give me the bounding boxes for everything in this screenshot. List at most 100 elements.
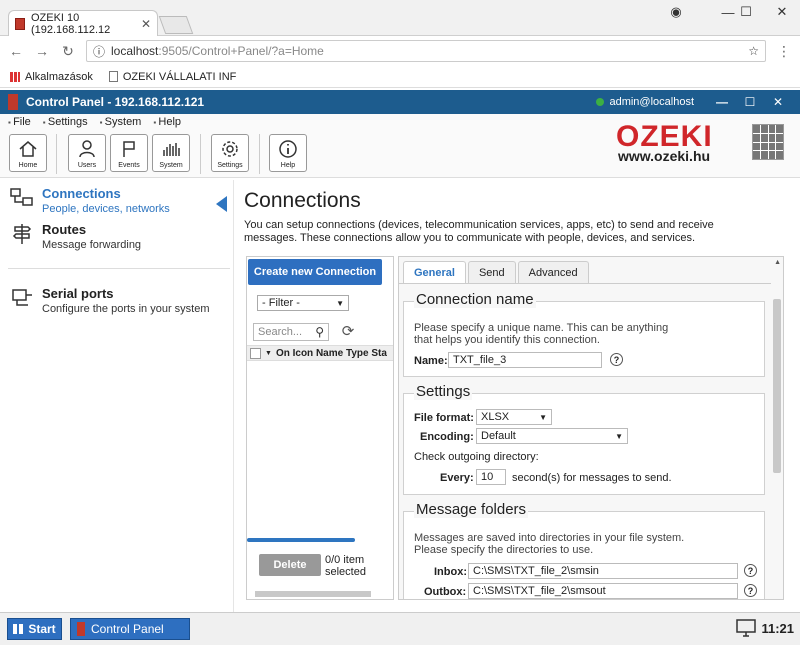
connections-icon xyxy=(10,188,33,206)
bookmark-apps[interactable]: Alkalmazások xyxy=(10,71,93,83)
help-icon[interactable]: ? xyxy=(744,584,757,597)
reload-icon[interactable]: ↻ xyxy=(60,43,76,60)
info-icon[interactable]: ⓘ xyxy=(93,43,105,60)
menu-system[interactable]: System xyxy=(100,116,142,128)
sidebar: Connections People, devices, networks Ro… xyxy=(0,180,234,612)
help-label: Help xyxy=(280,162,296,169)
inbox-value: C:\SMS\TXT_file_2\smsin xyxy=(473,565,599,577)
home-button[interactable]: Home xyxy=(9,134,47,172)
create-connection-button[interactable]: Create new Connection xyxy=(248,259,382,285)
back-arrow-icon[interactable]: ← xyxy=(8,43,24,59)
search-input[interactable]: Search... ⚲ xyxy=(253,323,329,341)
menu-help[interactable]: Help xyxy=(153,116,181,128)
ozeki-favicon-icon xyxy=(15,17,25,30)
profile-icon[interactable]: ◉ xyxy=(658,0,694,24)
sidebar-item-routes[interactable]: Routes Message forwarding xyxy=(10,222,141,251)
list-column-header: ▼ On Icon Name Type Sta xyxy=(247,345,393,361)
system-button[interactable]: System xyxy=(152,134,190,172)
maximize-window-button[interactable]: ☐ xyxy=(728,0,764,24)
system-label: System xyxy=(159,162,183,169)
browser-menu-icon[interactable]: ⋮ xyxy=(776,43,792,60)
menu-settings[interactable]: Settings xyxy=(43,116,88,128)
browser-tab[interactable]: OZEKI 10 (192.168.112.12 ✕ xyxy=(8,10,158,36)
encoding-select[interactable]: Default ▼ xyxy=(476,428,628,444)
new-tab-button[interactable] xyxy=(158,16,194,34)
section-text: Please specify the directories to use. xyxy=(414,544,594,556)
sidebar-item-connections[interactable]: Connections People, devices, networks xyxy=(10,186,170,215)
delete-button[interactable]: Delete xyxy=(259,554,321,576)
help-button[interactable]: Help xyxy=(269,134,307,172)
app-close-button[interactable]: ✕ xyxy=(764,95,792,109)
url-host: localhost xyxy=(111,44,159,58)
bookmark-ozeki[interactable]: OZEKI VÁLLALATI INF xyxy=(108,71,236,83)
chevron-down-icon[interactable]: ▼ xyxy=(265,350,272,357)
start-label: Start xyxy=(28,622,56,636)
clock: 11:21 xyxy=(761,621,794,636)
info-circle-icon xyxy=(279,140,297,158)
name-value: TXT_file_3 xyxy=(453,354,507,366)
connection-name-section: Connection name Please specify a unique … xyxy=(403,291,765,377)
scroll-up-icon[interactable]: ▲ xyxy=(774,259,781,266)
vertical-scrollbar[interactable] xyxy=(773,299,781,473)
app-minimize-button[interactable]: — xyxy=(708,95,736,109)
tab-underline xyxy=(399,283,771,284)
toolbar-separator xyxy=(200,134,201,174)
close-window-button[interactable]: ✕ xyxy=(764,0,800,24)
inbox-input[interactable]: C:\SMS\TXT_file_2\smsin xyxy=(468,563,738,579)
monitor-icon[interactable] xyxy=(736,619,756,637)
sidebar-item-desc: Configure the ports in your system xyxy=(42,303,210,315)
outbox-input[interactable]: C:\SMS\TXT_file_2\smsout xyxy=(468,583,738,599)
search-icon[interactable]: ⚲ xyxy=(315,325,324,339)
tab-advanced[interactable]: Advanced xyxy=(517,261,589,283)
connection-list-panel: Create new Connection - Filter - ▼ Searc… xyxy=(246,256,394,600)
toolbar-separator xyxy=(56,134,57,174)
file-format-value: XLSX xyxy=(481,411,510,423)
tab-send[interactable]: Send xyxy=(467,261,516,283)
sidebar-item-desc: Message forwarding xyxy=(42,239,142,251)
tab-general[interactable]: General xyxy=(403,261,466,284)
flag-icon xyxy=(123,141,135,157)
chevron-down-icon: ▼ xyxy=(615,431,623,441)
refresh-icon[interactable]: ⟳ xyxy=(339,323,357,341)
settings-button[interactable]: Settings xyxy=(211,134,249,172)
name-input[interactable]: TXT_file_3 xyxy=(448,352,602,368)
page-title: Connections xyxy=(244,189,361,212)
brand-site: www.ozeki.hu xyxy=(618,148,711,164)
tab-title: OZEKI 10 (192.168.112.12 xyxy=(30,11,111,36)
start-button[interactable]: Start xyxy=(7,618,62,640)
help-icon[interactable]: ? xyxy=(610,353,623,366)
windows-icon xyxy=(13,624,24,634)
events-button[interactable]: Events xyxy=(110,134,148,172)
forward-arrow-icon[interactable]: → xyxy=(34,43,50,59)
filter-select[interactable]: - Filter - ▼ xyxy=(257,295,349,311)
interval-input[interactable]: 10 xyxy=(476,469,506,485)
column-labels[interactable]: On Icon Name Type Sta xyxy=(276,348,387,359)
outbox-label: Outbox: xyxy=(424,586,467,598)
encoding-value: Default xyxy=(481,430,516,442)
bookmark-star-icon[interactable]: ☆ xyxy=(748,44,759,58)
file-format-select[interactable]: XLSX ▼ xyxy=(476,409,552,425)
connection-detail-panel: ▲ General Send Advanced Connection name … xyxy=(398,256,784,600)
users-button[interactable]: Users xyxy=(68,134,106,172)
user-icon xyxy=(79,140,95,158)
url-input[interactable]: ⓘ localhost:9505/Control+Panel/?a=Home ☆ xyxy=(86,40,766,62)
select-all-checkbox[interactable] xyxy=(250,347,261,359)
settings-section: Settings File format: XLSX ▼ Encoding: D… xyxy=(403,383,765,495)
sidebar-item-title: Serial ports xyxy=(42,286,114,301)
taskbar-item-control-panel[interactable]: Control Panel xyxy=(70,618,190,640)
user-status[interactable]: admin@localhost xyxy=(596,96,694,108)
gear-icon xyxy=(222,141,238,157)
horizontal-scrollbar[interactable] xyxy=(255,591,371,597)
close-tab-icon[interactable]: ✕ xyxy=(141,17,151,31)
section-text: Messages are saved into directories in y… xyxy=(414,532,685,544)
home-icon xyxy=(19,141,37,157)
app-maximize-button[interactable]: ☐ xyxy=(736,95,764,109)
help-icon[interactable]: ? xyxy=(744,564,757,577)
settings-label: Settings xyxy=(217,162,243,169)
message-folders-section: Message folders Messages are saved into … xyxy=(403,501,765,599)
sidebar-item-serial-ports[interactable]: Serial ports Configure the ports in your… xyxy=(10,286,210,315)
outbox-value: C:\SMS\TXT_file_2\smsout xyxy=(473,585,606,597)
interval-suffix: second(s) for messages to send. xyxy=(512,472,672,484)
url-path: :9505/Control+Panel/?a=Home xyxy=(158,44,324,58)
menu-file[interactable]: File xyxy=(8,116,31,128)
